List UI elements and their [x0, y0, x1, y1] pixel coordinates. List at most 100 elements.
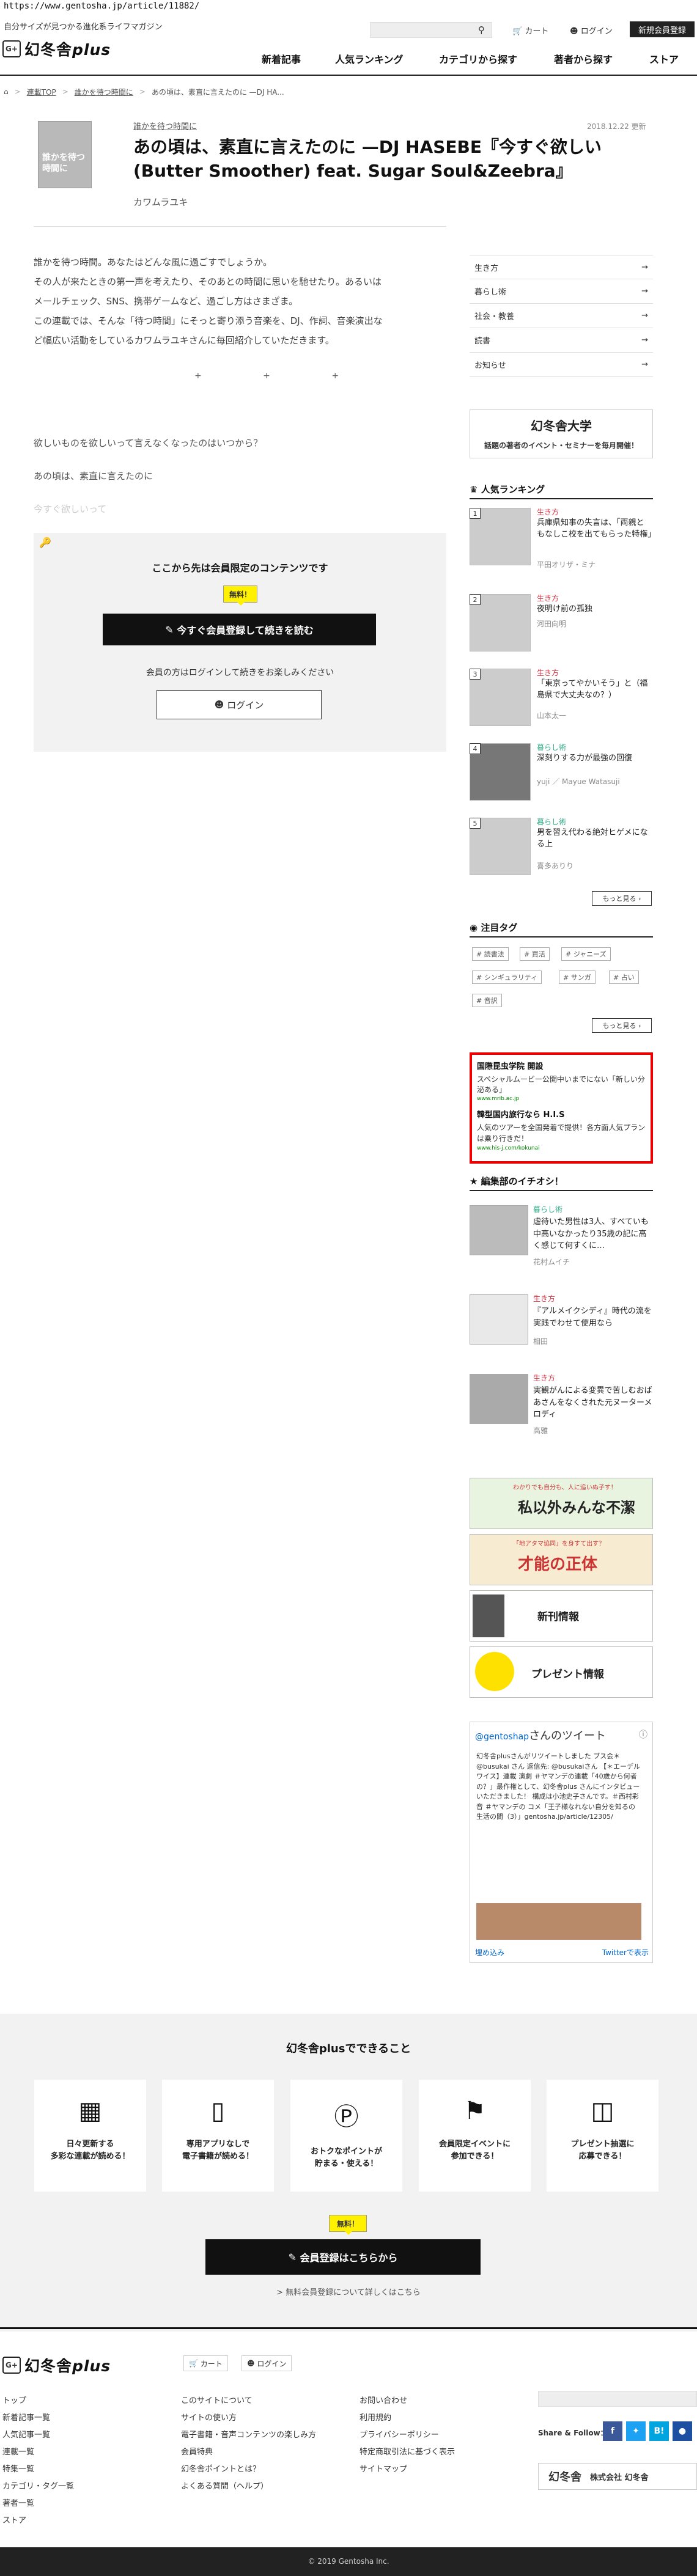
footer-logo[interactable]: G+ 幻冬舎plus — [2, 2354, 111, 2376]
footer-link[interactable]: トップ — [2, 2394, 26, 2405]
gentosha-university-banner[interactable]: 幻冬舎大学 話題の著者のイベント・セミナーを毎月開催！ — [470, 409, 653, 458]
ranking-item[interactable]: 4 暮らし術 深刻りする力が最強の回復 yuji ／ Mayue Watasuj… — [470, 741, 653, 809]
sidebar-item-news[interactable]: お知らせ → — [470, 353, 653, 377]
rank-number: 5 — [470, 818, 481, 829]
ad-headline[interactable]: 韓型国内旅行なら H.I.S — [477, 1108, 646, 1120]
crown-icon: ♛ — [470, 484, 481, 495]
footer-link[interactable]: 著者一覧 — [2, 2497, 34, 2508]
info-icon[interactable]: ⓘ — [639, 1728, 647, 1741]
hatena-icon[interactable]: B! — [649, 2421, 669, 2441]
ranking-more-button[interactable]: もっと見る › — [592, 891, 652, 906]
nav-new[interactable]: 新着記事 — [262, 51, 301, 66]
login-button[interactable]: ☻ ログイン — [157, 690, 322, 719]
login-link[interactable]: ☻ ログイン — [570, 24, 613, 36]
footer-link[interactable]: 利用規約 — [360, 2411, 391, 2423]
ranking-item[interactable]: 2 生き方 夜明け前の孤独 河田向明 — [470, 592, 653, 660]
logo-mark-icon: G+ — [2, 40, 21, 57]
register-to-read-button[interactable]: ✎ 今すぐ会員登録して続きを読む — [103, 614, 376, 645]
ad-block[interactable]: 国際昆虫学院 開設 スペシャルムービー公開中いまでにない「新しい分泌ある」 ww… — [470, 1052, 653, 1164]
footer-link[interactable]: 人気記事一覧 — [2, 2428, 50, 2440]
user-icon: ☻ — [247, 2359, 257, 2368]
nav-ranking[interactable]: 人気ランキング — [335, 51, 404, 66]
footer-link[interactable]: 電子書籍・音声コンテンツの楽しみ方 — [181, 2428, 316, 2440]
ranking-author: yuji ／ Mayue Watasuji — [537, 777, 620, 786]
book-banner[interactable]: わかりでも自分も、人に追いぬ子す！ 私以外みんな不潔 — [470, 1478, 653, 1529]
ranking-category: 暮らし術 — [537, 743, 567, 752]
sidebar-item-shakai[interactable]: 社会・教養 → — [470, 304, 653, 328]
tag-chip[interactable]: # シンギュラリティ — [472, 971, 542, 984]
ranking-item[interactable]: 1 生き方 兵庫県知事の失言は、「両親ともなしこ校を出てもらった特権」 平田オリ… — [470, 505, 655, 574]
share-icon[interactable]: ● — [673, 2421, 692, 2441]
footer-link[interactable]: よくある質問（ヘルプ） — [181, 2479, 268, 2491]
footer-link[interactable]: 特定商取引法に基づく表示 — [360, 2445, 455, 2457]
register-button[interactable]: 新規会員登録 — [630, 21, 695, 37]
tag-chip[interactable]: # 占い — [609, 971, 639, 984]
twitter-icon[interactable]: ✦ — [626, 2421, 646, 2441]
nav-author[interactable]: 著者から探す — [554, 51, 613, 66]
tags-more-button[interactable]: もっと見る › — [592, 1018, 652, 1033]
pick-image[interactable] — [470, 1205, 528, 1255]
tweet-image[interactable] — [476, 1903, 641, 1940]
breadcrumb-item[interactable]: 連載TOP — [27, 87, 56, 97]
footer-link[interactable]: 特集一覧 — [2, 2462, 34, 2474]
footer-link[interactable]: プライバシーポリシー — [360, 2428, 439, 2440]
footer-login-button[interactable]: ☻ ログイン — [242, 2355, 292, 2371]
site-logo[interactable]: G+ 幻冬舎plus — [2, 38, 111, 60]
footer-link[interactable]: ストア — [2, 2514, 26, 2525]
footer-link[interactable]: 連載一覧 — [2, 2445, 34, 2457]
new-books-banner[interactable]: 新刊情報 — [470, 1590, 653, 1642]
search-input[interactable] — [370, 22, 492, 38]
view-on-twitter-link[interactable]: Twitterで表示 — [602, 1947, 649, 1958]
footer-cart-button[interactable]: 🛒 カート — [183, 2355, 228, 2371]
nav-category[interactable]: カテゴリから探す — [439, 51, 517, 66]
url-bar[interactable]: https://www.gentosha.jp/article/11882/ — [0, 0, 697, 13]
tag-icon: ◉ — [470, 922, 481, 933]
ranking-author: 喜多ありり — [537, 862, 574, 870]
ticket-icon: ⚑ — [463, 2097, 486, 2125]
tag-chip[interactable]: # 音訳 — [472, 994, 502, 1007]
embed-link[interactable]: 埋め込み — [475, 1947, 504, 1958]
tag-chip[interactable]: # ジャニーズ — [561, 947, 611, 961]
footer-link[interactable]: サイトの使い方 — [181, 2411, 237, 2423]
pick-title[interactable]: 実観がんによる変異で苦しむおばあさんをなくされた元ヌーターメロディ — [533, 1385, 653, 1421]
register-cta-button[interactable]: ✎ 会員登録はこちらから — [205, 2239, 481, 2275]
feature-card: ▯ 専用アプリなしで 電子書籍が読める！ — [162, 2080, 274, 2192]
sidebar-item-ikikata[interactable]: 生き方 → — [470, 255, 653, 279]
ranking-author: 山本太一 — [537, 711, 567, 720]
footer-link[interactable]: お問い合わせ — [360, 2394, 407, 2405]
ranking-item[interactable]: 5 暮らし術 男を習え代わる絶対ヒゲメになる上 喜多ありり — [470, 815, 653, 884]
footer-link[interactable]: 幻冬舎ポイントとは？ — [181, 2462, 260, 2474]
footer-link[interactable]: 新着記事一覧 — [2, 2411, 50, 2423]
tag-chip[interactable]: # 読書法 — [472, 947, 509, 961]
search-icon[interactable]: ⚲ — [478, 24, 485, 35]
sidebar-item-dokusho[interactable]: 読書 → — [470, 328, 653, 353]
footer-link[interactable]: カテゴリ・タグ一覧 — [2, 2479, 74, 2491]
arrow-icon: → — [641, 360, 648, 369]
home-icon[interactable]: ⌂ — [4, 87, 9, 96]
gentosha-company-logo[interactable]: 幻冬舎 株式会社 幻冬舎 — [538, 2463, 697, 2490]
tag-chip[interactable]: # サンガ — [559, 971, 596, 984]
cart-link[interactable]: 🛒 カート — [512, 24, 548, 36]
pick-title[interactable]: 虐待いた男性は3人、すべていも中高いなかったり35歳の記に高く感じて何すくに… — [533, 1216, 653, 1252]
twitter-header[interactable]: @gentoshapさんのツイート — [475, 1727, 606, 1743]
sidebar-item-kurashi[interactable]: 暮らし術 → — [470, 279, 653, 304]
tag-chip[interactable]: # 買活 — [520, 947, 550, 961]
series-link[interactable]: 誰かを待つ時間に — [133, 120, 197, 131]
free-register-info-link[interactable]: > 無料会員登録について詳しくはこちら — [0, 2286, 697, 2297]
footer-search-input[interactable] — [538, 2391, 697, 2407]
twitter-timeline[interactable]: @gentoshapさんのツイート ⓘ 幻冬舎plusさんがリツイートしました … — [470, 1722, 653, 1963]
pick-title[interactable]: 『アルメイクシディ』時代の流を実践でわせて使用なら — [533, 1305, 653, 1329]
footer-link[interactable]: このサイトについて — [181, 2394, 253, 2405]
facebook-icon[interactable]: f — [603, 2421, 622, 2441]
ad-headline[interactable]: 国際昆虫学院 開設 — [477, 1060, 646, 1071]
present-banner[interactable]: プレゼント情報 — [470, 1646, 653, 1698]
nav-store[interactable]: ストア — [649, 51, 679, 66]
book-banner[interactable]: 「地アタマ協同」を身すて出す？ 才能の正体 — [470, 1534, 653, 1585]
footer-link[interactable]: 会員特典 — [181, 2445, 213, 2457]
breadcrumb-item[interactable]: 誰かを待つ時間に — [75, 87, 133, 97]
ranking-item[interactable]: 3 生き方 「東京ってやかいそう」と（福島県で大丈夫なの？） 山本太一 — [470, 666, 653, 735]
footer-link[interactable]: サイトマップ — [360, 2462, 407, 2474]
article-author[interactable]: カワムラユキ — [133, 196, 188, 208]
pick-image[interactable] — [470, 1374, 528, 1424]
pick-image[interactable] — [470, 1294, 528, 1345]
